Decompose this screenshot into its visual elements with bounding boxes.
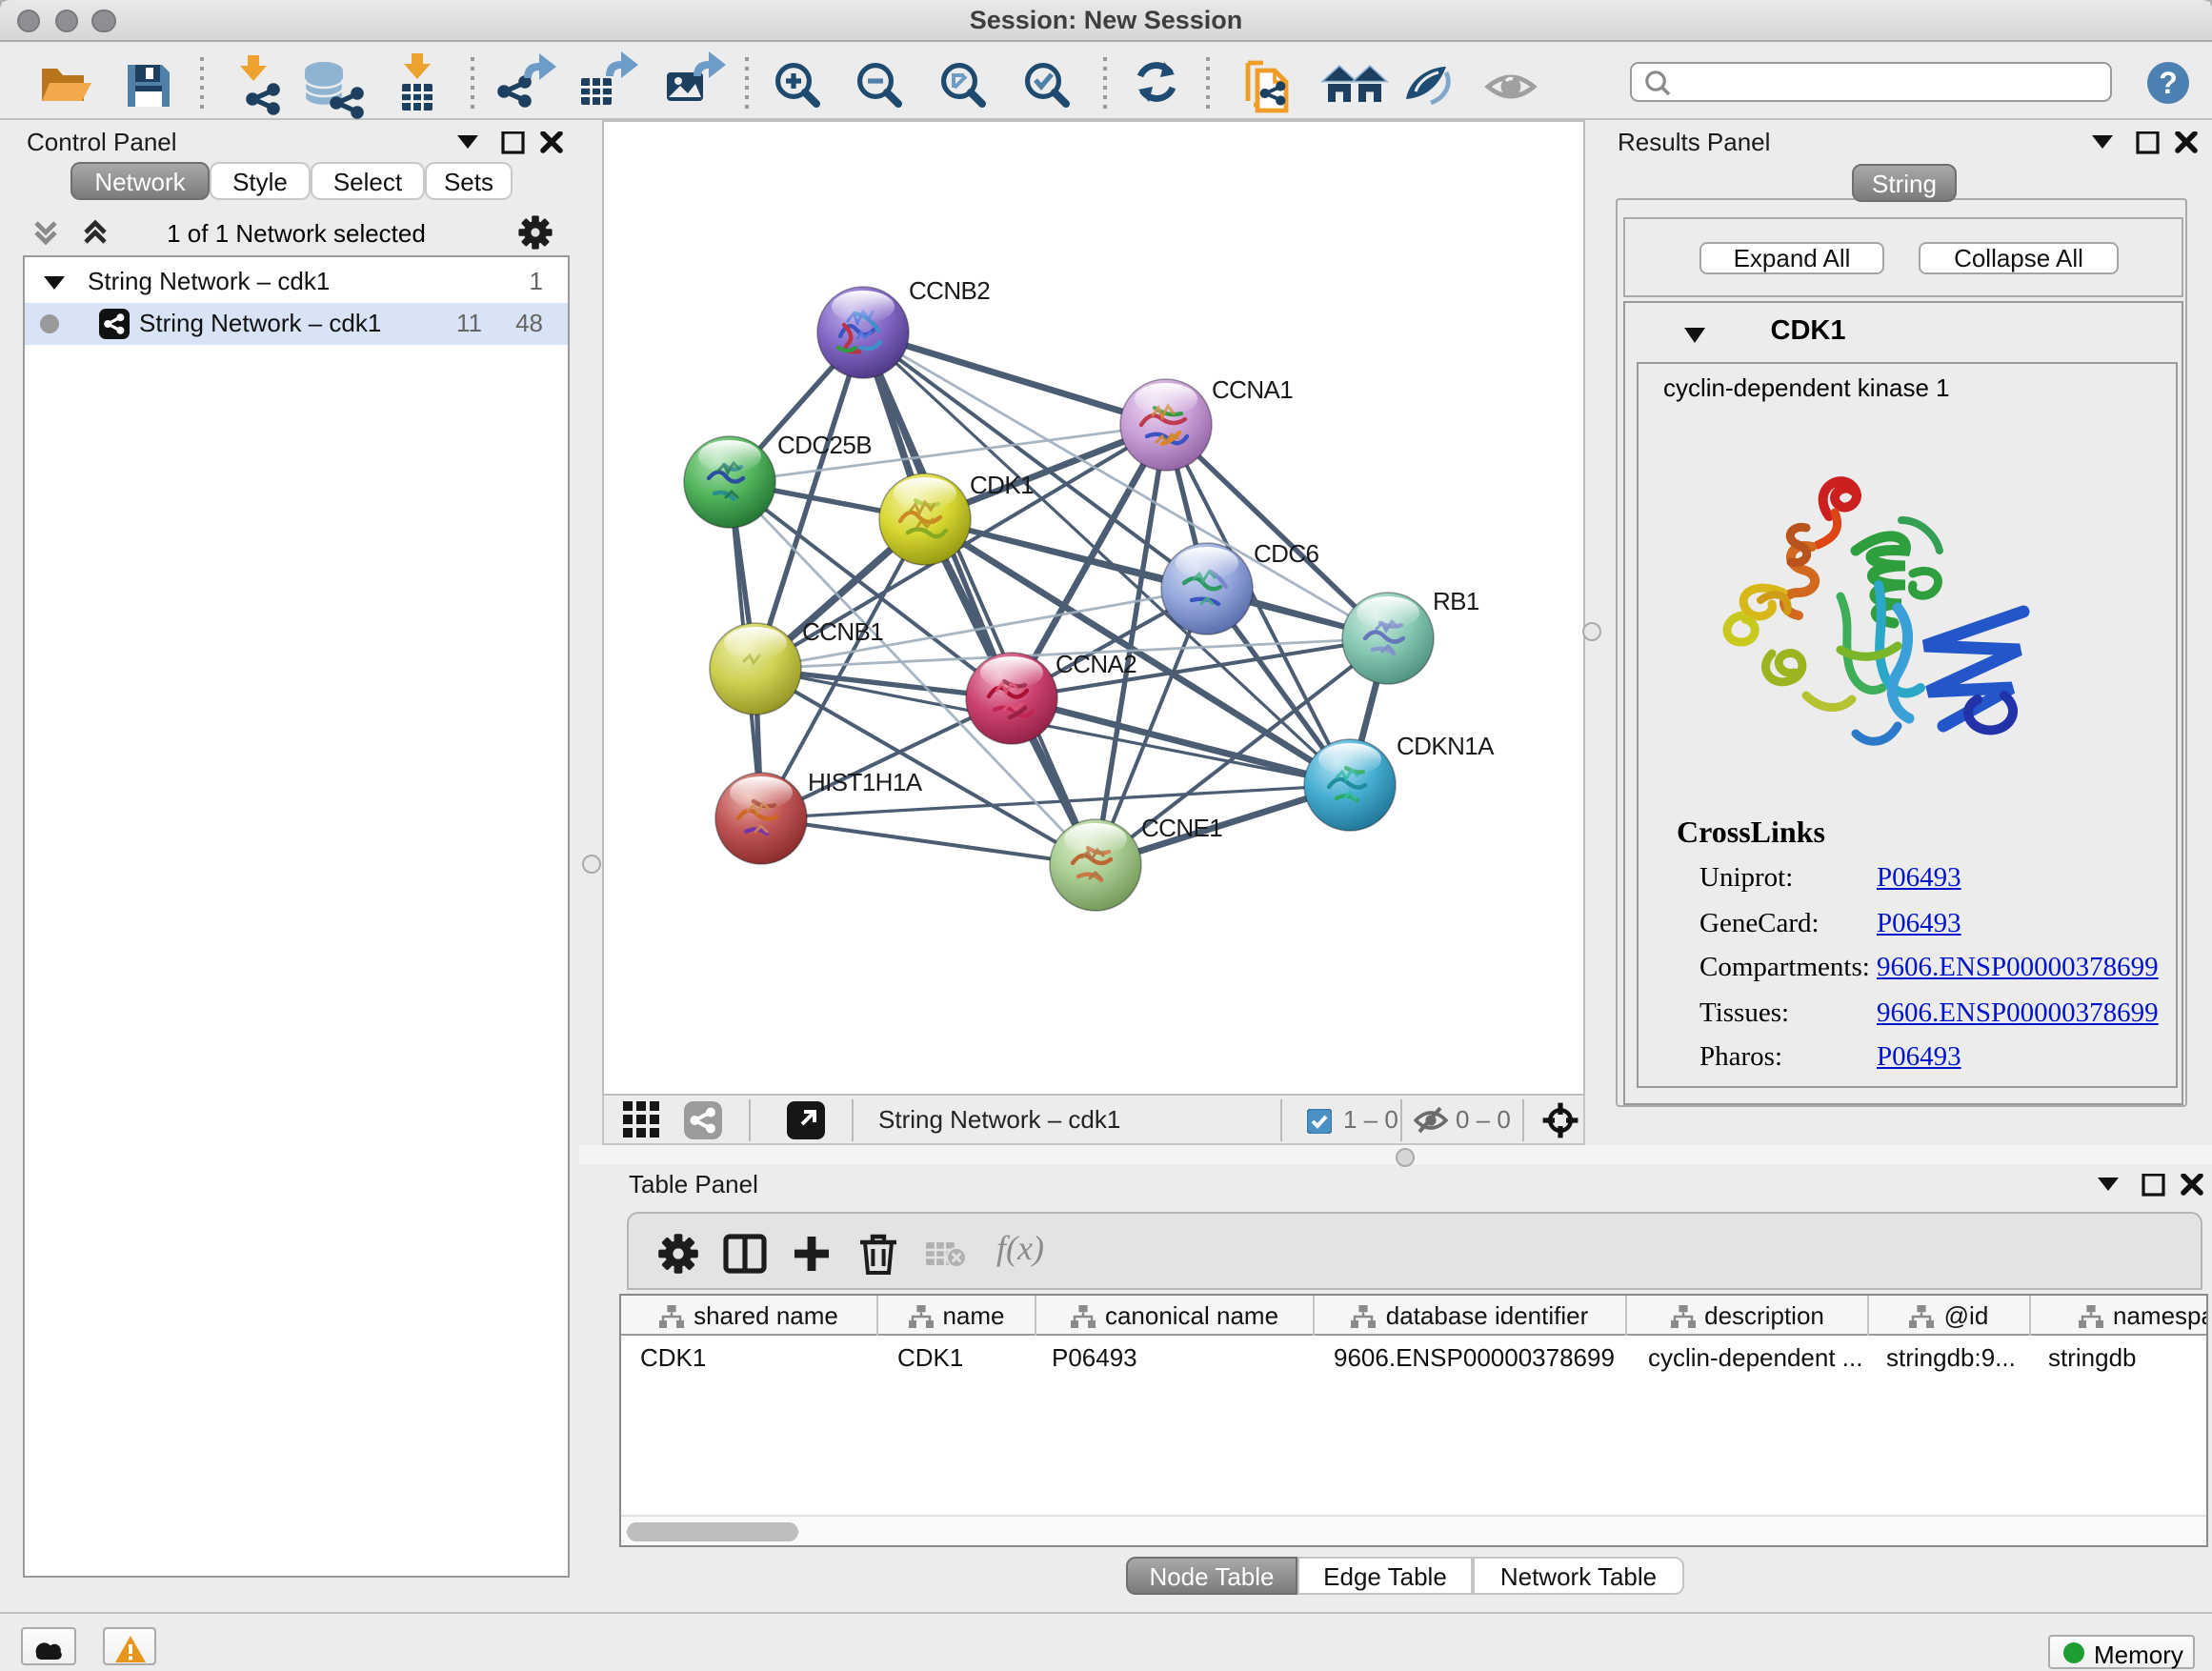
svg-text:CCNA1: CCNA1 (1212, 375, 1293, 404)
svg-text:CCNB2: CCNB2 (909, 276, 990, 305)
svg-text:CDKN1A: CDKN1A (1397, 732, 1495, 760)
svg-text:CCNE1: CCNE1 (1141, 814, 1222, 842)
svg-text:CCNB1: CCNB1 (802, 617, 883, 646)
svg-text:CDK1: CDK1 (970, 471, 1034, 499)
svg-text:CDC25B: CDC25B (777, 431, 872, 459)
svg-text:?: ? (2159, 66, 2178, 100)
svg-text:CCNA2: CCNA2 (1056, 650, 1136, 678)
svg-text:RB1: RB1 (1433, 587, 1479, 615)
svg-text:CDC6: CDC6 (1254, 539, 1319, 568)
svg-text:HIST1H1A: HIST1H1A (808, 768, 923, 796)
